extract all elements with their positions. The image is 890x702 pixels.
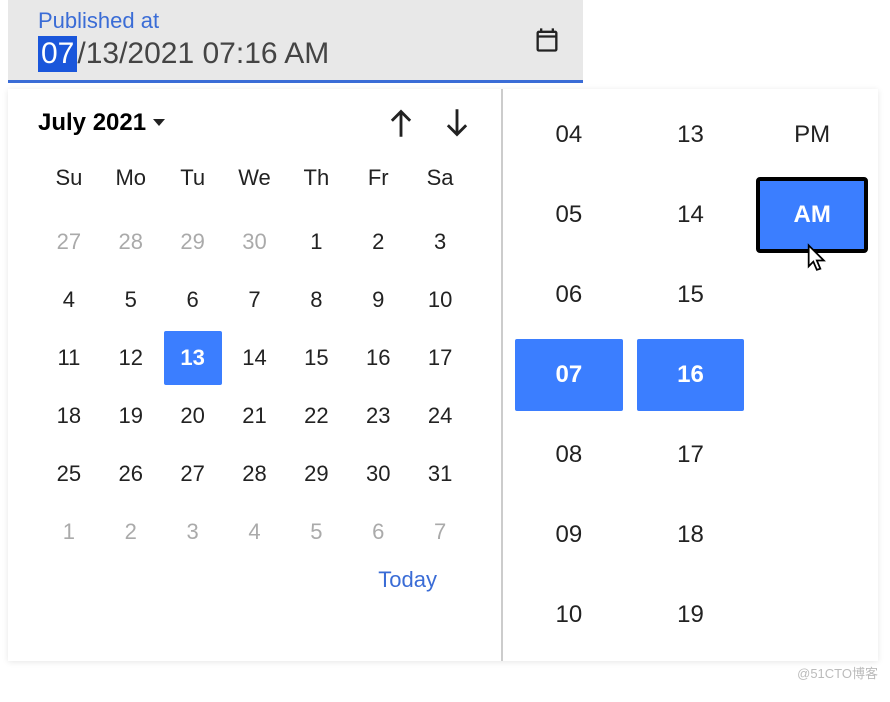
calendar-week-row: 11121314151617 — [38, 329, 471, 387]
hour-option[interactable]: 04 — [515, 99, 623, 171]
hour-option[interactable]: 05 — [515, 179, 623, 251]
hour-option[interactable]: 08 — [515, 419, 623, 491]
hour-option[interactable]: 10 — [515, 579, 623, 651]
calendar-day[interactable]: 3 — [164, 505, 222, 559]
hour-option[interactable]: 07 — [515, 339, 623, 411]
calendar-day[interactable]: 28 — [102, 215, 160, 269]
calendar-day[interactable]: 14 — [226, 331, 284, 385]
calendar-day[interactable]: 28 — [226, 447, 284, 501]
calendar-day[interactable]: 20 — [164, 389, 222, 443]
calendar-day[interactable]: 7 — [411, 505, 469, 559]
ampm-option[interactable]: AM — [758, 179, 866, 251]
next-month-button[interactable] — [443, 107, 471, 139]
calendar-day[interactable]: 18 — [40, 389, 98, 443]
input-value: 07/13/2021 07:16 AM — [38, 36, 329, 72]
calendar-day[interactable]: 2 — [349, 215, 407, 269]
calendar-day[interactable]: 12 — [102, 331, 160, 385]
day-of-week-label: Fr — [347, 155, 409, 201]
calendar-day[interactable]: 17 — [411, 331, 469, 385]
calendar-day[interactable]: 24 — [411, 389, 469, 443]
minute-option[interactable]: 19 — [637, 579, 745, 651]
ampm-option[interactable]: PM — [758, 99, 866, 171]
input-label: Published at — [38, 8, 329, 34]
calendar-day[interactable]: 19 — [102, 389, 160, 443]
minute-option[interactable]: 18 — [637, 499, 745, 571]
datetime-input-field[interactable]: Published at 07/13/2021 07:16 AM — [8, 0, 583, 83]
calendar-day[interactable]: 30 — [226, 215, 284, 269]
date-panel: July 2021 SuMoTuWeThFrSa 272829301234567… — [8, 89, 503, 661]
calendar-day[interactable]: 1 — [40, 505, 98, 559]
calendar-day[interactable]: 30 — [349, 447, 407, 501]
calendar-day[interactable]: 26 — [102, 447, 160, 501]
day-of-week-label: Su — [38, 155, 100, 201]
watermark: @51CTO博客 — [797, 663, 878, 682]
today-button[interactable]: Today — [38, 561, 471, 593]
calendar-day[interactable]: 3 — [411, 215, 469, 269]
hour-option[interactable]: 09 — [515, 499, 623, 571]
calendar-day[interactable]: 31 — [411, 447, 469, 501]
calendar-week-row: 18192021222324 — [38, 387, 471, 445]
day-of-week-label: Sa — [409, 155, 471, 201]
month-label-text: July 2021 — [38, 109, 146, 137]
ampm-empty — [758, 339, 866, 411]
calendar-day[interactable]: 5 — [102, 273, 160, 327]
calendar-week-row: 45678910 — [38, 271, 471, 329]
ampm-empty — [758, 259, 866, 331]
input-rest: /13/2021 07:16 AM — [77, 37, 329, 71]
calendar-day[interactable]: 6 — [164, 273, 222, 327]
calendar-day[interactable]: 29 — [164, 215, 222, 269]
minute-option[interactable]: 17 — [637, 419, 745, 491]
calendar-day[interactable]: 16 — [349, 331, 407, 385]
calendar-day[interactable]: 29 — [287, 447, 345, 501]
day-of-week-label: Th — [285, 155, 347, 201]
calendar-day[interactable]: 25 — [40, 447, 98, 501]
minute-option[interactable]: 13 — [637, 99, 745, 171]
calendar-day[interactable]: 13 — [164, 331, 222, 385]
calendar-day[interactable]: 27 — [40, 215, 98, 269]
calendar-day[interactable]: 23 — [349, 389, 407, 443]
calendar-day[interactable]: 10 — [411, 273, 469, 327]
calendar-week-row: 27282930123 — [38, 213, 471, 271]
calendar-day[interactable]: 1 — [287, 215, 345, 269]
calendar-day[interactable]: 15 — [287, 331, 345, 385]
calendar-day[interactable]: 5 — [287, 505, 345, 559]
day-of-week-label: Mo — [100, 155, 162, 201]
calendar-day[interactable]: 6 — [349, 505, 407, 559]
datetime-picker-panel: July 2021 SuMoTuWeThFrSa 272829301234567… — [8, 89, 878, 661]
calendar-day[interactable]: 11 — [40, 331, 98, 385]
day-of-week-label: We — [224, 155, 286, 201]
ampm-empty — [758, 499, 866, 571]
ampm-empty — [758, 579, 866, 651]
calendar-week-row: 1234567 — [38, 503, 471, 561]
calendar-day[interactable]: 7 — [226, 273, 284, 327]
calendar-icon[interactable] — [533, 26, 561, 54]
day-of-week-label: Tu — [162, 155, 224, 201]
calendar-week-row: 25262728293031 — [38, 445, 471, 503]
calendar-day[interactable]: 21 — [226, 389, 284, 443]
minute-option[interactable]: 14 — [637, 179, 745, 251]
prev-month-button[interactable] — [387, 107, 415, 139]
dropdown-icon — [152, 118, 166, 128]
calendar-day[interactable]: 2 — [102, 505, 160, 559]
hour-option[interactable]: 06 — [515, 259, 623, 331]
calendar-day[interactable]: 4 — [40, 273, 98, 327]
minute-option[interactable]: 15 — [637, 259, 745, 331]
day-of-week-header: SuMoTuWeThFrSa — [38, 155, 471, 201]
minute-option[interactable]: 16 — [637, 339, 745, 411]
calendar-day[interactable]: 27 — [164, 447, 222, 501]
calendar-day[interactable]: 22 — [287, 389, 345, 443]
calendar-day[interactable]: 4 — [226, 505, 284, 559]
time-panel: 0413PM 0514AM 06150716081709181019 — [503, 89, 878, 661]
ampm-empty — [758, 419, 866, 491]
month-select[interactable]: July 2021 — [38, 109, 166, 137]
calendar-day[interactable]: 8 — [287, 273, 345, 327]
calendar-day[interactable]: 9 — [349, 273, 407, 327]
input-selected-segment: 07 — [38, 36, 77, 72]
